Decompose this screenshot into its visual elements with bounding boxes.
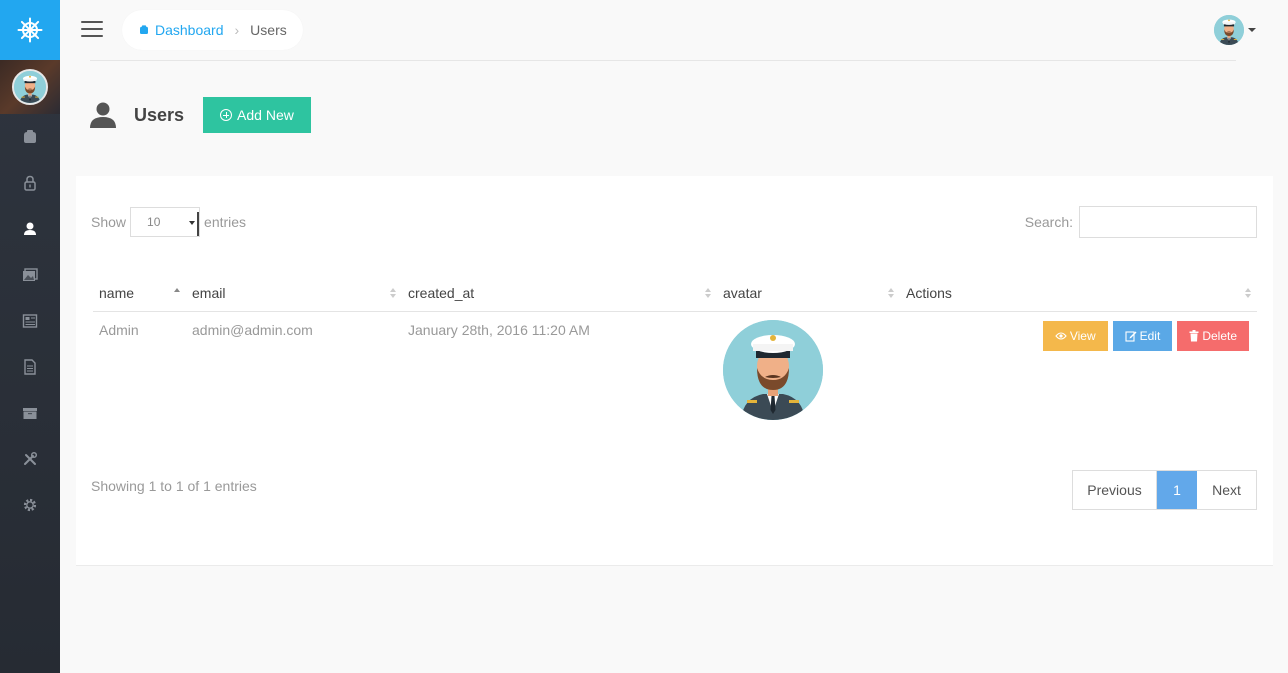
plus-circle-icon xyxy=(220,109,233,121)
column-label: avatar xyxy=(723,285,762,302)
user-icon xyxy=(24,222,36,235)
edit-button[interactable]: Edit xyxy=(1112,320,1173,351)
column-label: name xyxy=(99,285,135,302)
user-icon xyxy=(90,102,116,128)
table-header-row: name email created_at avatar Actions xyxy=(93,276,1257,312)
sidebar-item-roles[interactable] xyxy=(0,160,60,206)
sort-icon xyxy=(1245,288,1251,298)
table-info: Showing 1 to 1 of 1 entries xyxy=(91,478,257,494)
cell-actions: View Edit Delete xyxy=(900,311,1257,423)
sort-icon xyxy=(888,288,894,298)
column-header-avatar[interactable]: avatar xyxy=(717,276,900,312)
sidebar-item-settings[interactable] xyxy=(0,482,60,528)
column-header-email[interactable]: email xyxy=(186,276,402,312)
cell-email: admin@admin.com xyxy=(192,321,313,338)
eye-icon xyxy=(1055,331,1067,340)
breadcrumb-current: Users xyxy=(250,22,287,38)
delete-label: Delete xyxy=(1202,328,1237,343)
sidebar-item-tools[interactable] xyxy=(0,436,60,482)
brand-logo[interactable] xyxy=(0,0,60,60)
previous-page-button[interactable]: Previous xyxy=(1073,471,1157,509)
show-label: Show xyxy=(91,214,127,230)
entries-label: entries xyxy=(204,214,247,230)
users-table: name email created_at avatar Actions Adm… xyxy=(93,276,1257,423)
sidebar-item-categories[interactable] xyxy=(0,390,60,436)
sidebar-item-dashboard[interactable] xyxy=(0,114,60,160)
dashboard-icon xyxy=(140,25,148,34)
cell-avatar xyxy=(717,311,900,423)
sort-asc-icon xyxy=(174,288,180,298)
search-input[interactable] xyxy=(1079,206,1257,238)
users-panel: Show 10 entries Search: name email creat… xyxy=(76,176,1273,566)
lock-icon xyxy=(24,175,36,191)
column-label: email xyxy=(192,285,226,302)
add-new-label: Add New xyxy=(237,107,294,123)
cell-name: Admin xyxy=(99,321,139,338)
sidebar-item-media[interactable] xyxy=(0,252,60,298)
user-avatar-image xyxy=(723,319,823,420)
sidebar-user[interactable] xyxy=(0,60,60,114)
menu-toggle-icon[interactable] xyxy=(81,21,103,37)
pagination: Previous 1 Next xyxy=(1072,470,1257,510)
add-new-button[interactable]: Add New xyxy=(203,97,311,133)
sidebar-item-pages[interactable] xyxy=(0,344,60,390)
trash-icon xyxy=(1189,329,1199,341)
edit-icon xyxy=(1125,330,1137,342)
gear-icon xyxy=(23,498,37,512)
user-menu[interactable] xyxy=(1214,15,1256,45)
breadcrumb: Dashboard › Users xyxy=(122,10,303,50)
table-row: Admin admin@admin.com January 28th, 2016… xyxy=(93,311,1257,423)
chevron-right-icon: › xyxy=(234,22,240,38)
page-length-value: 10 xyxy=(147,215,161,229)
dashboard-icon xyxy=(24,130,36,143)
select-edge xyxy=(197,212,200,236)
search-label: Search: xyxy=(1024,214,1073,230)
news-icon xyxy=(22,314,38,328)
delete-button[interactable]: Delete xyxy=(1177,320,1249,351)
breadcrumb-home-label: Dashboard xyxy=(155,22,224,38)
column-header-created-at[interactable]: created_at xyxy=(402,276,717,312)
column-header-actions[interactable]: Actions xyxy=(900,276,1257,312)
sort-icon xyxy=(390,288,396,298)
cell-created-at: January 28th, 2016 11:20 AM xyxy=(408,321,590,338)
page-header: Users Add New xyxy=(88,97,311,133)
sidebar xyxy=(0,0,60,673)
folder-icon xyxy=(23,408,37,419)
page-length-control: Show 10 entries xyxy=(91,207,246,237)
edit-label: Edit xyxy=(1139,328,1161,343)
page-length-select[interactable]: 10 xyxy=(130,207,201,237)
divider xyxy=(90,60,1236,61)
next-page-button[interactable]: Next xyxy=(1197,471,1256,509)
tools-icon xyxy=(24,451,38,465)
image-icon xyxy=(23,268,38,281)
caret-down-icon xyxy=(1248,28,1256,32)
view-label: View xyxy=(1069,328,1096,343)
column-label: Actions xyxy=(906,285,952,302)
ship-wheel-icon xyxy=(17,17,43,43)
view-button[interactable]: View xyxy=(1042,320,1108,351)
topbar: Dashboard › Users xyxy=(60,0,1288,61)
search-control: Search: xyxy=(1025,206,1257,238)
page-title: Users xyxy=(134,104,185,125)
sidebar-item-users[interactable] xyxy=(0,206,60,252)
column-header-name[interactable]: name xyxy=(93,276,186,312)
breadcrumb-home[interactable]: Dashboard xyxy=(138,22,224,38)
avatar xyxy=(1214,15,1244,45)
caret-down-icon xyxy=(189,221,196,225)
document-icon xyxy=(24,359,36,375)
page-1-button[interactable]: 1 xyxy=(1157,471,1197,509)
sort-icon xyxy=(705,288,711,298)
avatar xyxy=(12,69,48,105)
column-label: created_at xyxy=(408,285,475,302)
sidebar-item-posts[interactable] xyxy=(0,298,60,344)
